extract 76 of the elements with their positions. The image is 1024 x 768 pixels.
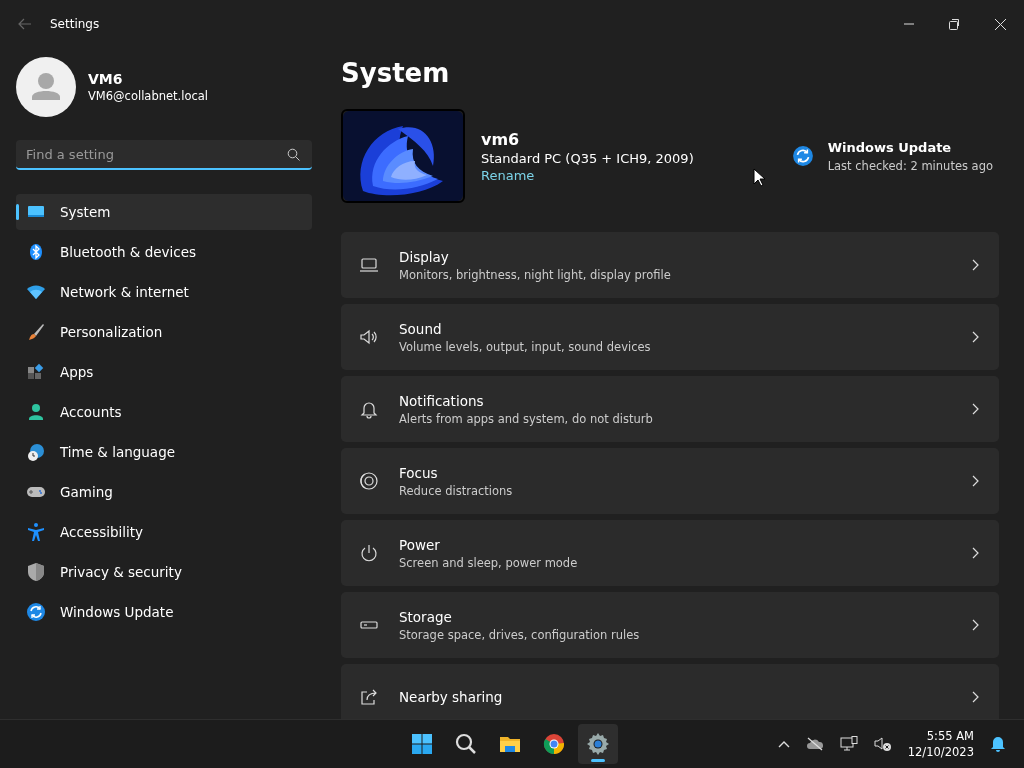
accessibility-icon — [26, 522, 46, 542]
network-icon[interactable] — [839, 736, 858, 752]
chevron-up-icon[interactable] — [777, 740, 790, 748]
update-status: Last checked: 2 minutes ago — [827, 158, 993, 173]
update-title[interactable]: Windows Update — [827, 139, 993, 155]
cursor-icon — [753, 168, 765, 187]
clock-date[interactable]: 12/10/2023 — [907, 745, 974, 759]
card-subtitle: Reduce distractions — [399, 483, 514, 498]
settings-card[interactable]: Sound Volume levels, output, input, sound devices — [341, 304, 999, 370]
chevron-icon — [972, 259, 979, 271]
clock-time[interactable]: 5:55 AM — [926, 729, 974, 743]
chevron-icon — [972, 403, 979, 415]
card-title: Power — [399, 536, 441, 553]
apps-icon — [26, 362, 46, 382]
card-subtitle: Alerts from apps and system, do not disturb — [399, 411, 654, 426]
laptop-icon — [359, 255, 379, 275]
muted-speaker-icon[interactable] — [873, 736, 892, 752]
card-title: Focus — [399, 464, 439, 481]
sidebar-item[interactable]: Privacy & security — [16, 554, 312, 590]
avatar-icon — [16, 57, 76, 117]
card-title: Storage — [399, 608, 453, 625]
account-email: VM6@collabnet.local — [88, 89, 209, 103]
chevron-icon — [972, 331, 979, 343]
settings-card[interactable]: Notifications Alerts from apps and system, do not disturb — [341, 376, 999, 442]
sidebar-item[interactable]: Gaming — [16, 474, 312, 510]
sidebar-item[interactable]: Apps — [16, 354, 312, 390]
sidebar-item[interactable]: Time & language — [16, 434, 312, 470]
share-icon — [359, 687, 379, 707]
sidebar-item[interactable]: Windows Update — [16, 594, 312, 630]
bell-icon[interactable] — [990, 735, 1006, 753]
sidebar-item[interactable]: Accounts — [16, 394, 312, 430]
refresh-icon — [26, 602, 46, 622]
page-title: System — [341, 58, 451, 88]
search-field[interactable]: Find a setting — [16, 140, 312, 170]
refresh-icon — [791, 145, 814, 167]
account-name: VM6 — [88, 71, 124, 87]
brush-icon — [26, 322, 46, 342]
device-name: vm6 — [481, 129, 521, 149]
settings-icon[interactable] — [578, 724, 618, 764]
chevron-icon — [972, 547, 979, 559]
chevron-icon — [972, 691, 979, 703]
settings-card[interactable]: Focus Reduce distractions — [341, 448, 999, 514]
sidebar-item[interactable]: System — [16, 194, 312, 230]
card-subtitle: Screen and sleep, power mode — [399, 555, 579, 570]
speaker-icon — [359, 327, 379, 347]
settings-card[interactable]: Nearby sharing — [341, 664, 999, 719]
sidebar-item[interactable]: Accessibility — [16, 514, 312, 550]
shield-icon — [26, 562, 46, 582]
settings-card[interactable]: Power Screen and sleep, power mode — [341, 520, 999, 586]
settings-card[interactable]: Storage Storage space, drives, configuration rules — [341, 592, 999, 658]
chevron-icon — [972, 475, 979, 487]
window-title: Settings — [50, 17, 100, 31]
card-title: Nearby sharing — [399, 689, 504, 705]
sidebar-item[interactable]: Network & internet — [16, 274, 312, 310]
chevron-icon — [972, 619, 979, 631]
globe-clock-icon — [26, 442, 46, 462]
card-title: Sound — [399, 320, 443, 337]
power-icon — [359, 543, 379, 563]
card-subtitle: Storage space, drives, configuration rules — [399, 627, 641, 642]
back-arrow-icon[interactable] — [18, 18, 32, 30]
device-model: Standard PC (Q35 + ICH9, 2009) — [481, 150, 694, 166]
settings-card[interactable]: Display Monitors, brightness, night light, display profile — [341, 232, 999, 298]
person-icon — [26, 402, 46, 422]
card-subtitle: Monitors, brightness, night light, display profile — [399, 267, 672, 282]
close-icon[interactable] — [995, 18, 1006, 30]
cloud-icon[interactable] — [805, 737, 824, 751]
focus-icon — [359, 471, 379, 491]
restore-icon[interactable] — [949, 18, 960, 30]
card-title: Notifications — [399, 392, 485, 409]
card-subtitle: Volume levels, output, input, sound devices — [399, 339, 652, 354]
search-icon — [287, 148, 300, 161]
rename-link[interactable]: Rename — [481, 167, 694, 183]
bell-icon — [359, 399, 379, 419]
card-title: Display — [399, 248, 450, 265]
sidebar-item[interactable]: Bluetooth & devices — [16, 234, 312, 270]
sidebar-item[interactable]: Personalization — [16, 314, 312, 350]
